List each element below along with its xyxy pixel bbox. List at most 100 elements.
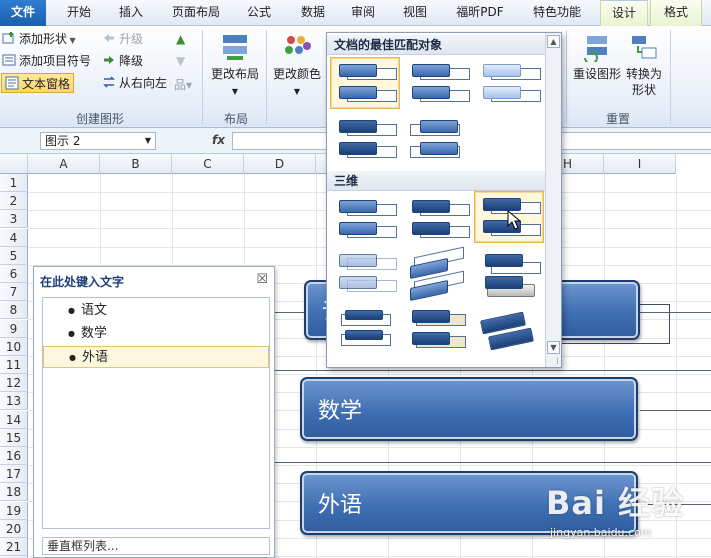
group-separator <box>670 30 671 124</box>
tab-view[interactable]: 视图 <box>392 0 438 26</box>
group-label-reset: 重置 <box>605 112 630 126</box>
move-up-icon[interactable]: ▲ <box>176 32 185 46</box>
style-thumbnail[interactable] <box>474 57 544 109</box>
text-pane-button[interactable]: 文本窗格 <box>1 73 75 93</box>
text-pane-item-selected[interactable]: 外语 <box>43 346 269 369</box>
row-header[interactable]: 9 <box>0 319 28 338</box>
column-header[interactable]: C <box>172 154 244 174</box>
style-thumbnail[interactable] <box>403 193 473 245</box>
add-shape-icon <box>2 31 16 45</box>
close-icon[interactable]: ☒ <box>256 272 268 287</box>
style-thumbnail-hovered[interactable] <box>474 191 544 243</box>
row-header[interactable]: 2 <box>0 192 28 211</box>
scroll-up-icon[interactable]: ▲ <box>547 35 560 48</box>
change-colors-button[interactable]: 更改颜色 ▼ <box>270 32 324 100</box>
row-header[interactable]: 17 <box>0 465 28 484</box>
style-thumbnail[interactable] <box>403 246 473 302</box>
dropdown-arrow-icon: ▼ <box>293 87 301 96</box>
reset-graphic-button[interactable]: 重设图形 <box>570 32 624 82</box>
style-thumbnail[interactable] <box>330 193 400 245</box>
row-header[interactable]: 1 <box>0 174 28 192</box>
smartart-item-3[interactable]: 外语 <box>300 471 638 535</box>
connector-line <box>275 370 711 371</box>
style-thumbnail[interactable] <box>330 57 400 109</box>
tab-file[interactable]: 文件 <box>0 0 46 26</box>
style-thumbnail[interactable] <box>330 113 400 165</box>
row-header[interactable]: 4 <box>0 228 28 247</box>
right-to-left-icon <box>102 75 116 89</box>
row-header[interactable]: 15 <box>0 428 28 447</box>
style-thumbnail[interactable] <box>403 57 473 109</box>
group-label-layouts: 布局 <box>223 112 248 126</box>
style-thumbnail[interactable] <box>474 247 544 299</box>
add-bullet-button[interactable]: 添加项目符号 <box>2 51 91 71</box>
tab-formulas[interactable]: 公式 <box>236 0 282 26</box>
layout-dropdown-icon[interactable]: 品▾ <box>174 76 192 93</box>
tab-design[interactable]: 设计 <box>600 0 648 27</box>
style-thumbnail[interactable] <box>330 247 400 299</box>
text-pane-footer-link[interactable]: 垂直框列表... <box>42 537 270 555</box>
row-header[interactable]: 16 <box>0 447 28 465</box>
gridline <box>676 174 677 558</box>
row-header[interactable]: 18 <box>0 483 28 502</box>
row-header[interactable]: 11 <box>0 356 28 374</box>
right-to-left-button[interactable]: 从右向左 <box>102 73 167 93</box>
connector-line <box>275 462 711 463</box>
dropdown-arrow-icon[interactable]: ▼ <box>145 133 151 149</box>
row-header[interactable]: 12 <box>0 374 28 393</box>
promote-button[interactable]: 升级 <box>102 29 143 49</box>
row-header[interactable]: 10 <box>0 337 28 356</box>
select-all-corner[interactable] <box>0 154 28 174</box>
function-icon[interactable]: fx <box>212 133 225 147</box>
group-separator <box>266 30 267 124</box>
tab-special-features[interactable]: 特色功能 <box>522 0 592 26</box>
smartart-style-gallery: 文档的最佳匹配对象 三维 ▲ ▼ ⁞ <box>326 32 562 368</box>
layout-icon <box>219 32 251 62</box>
scroll-down-icon[interactable]: ▼ <box>547 341 560 354</box>
tab-data[interactable]: 数据 <box>290 0 336 26</box>
row-header[interactable]: 8 <box>0 301 28 320</box>
row-header[interactable]: 14 <box>0 410 28 429</box>
row-header[interactable]: 19 <box>0 501 28 520</box>
demote-button[interactable]: 降级 <box>102 51 143 71</box>
convert-to-shapes-button[interactable]: 转换为 形状 <box>622 32 666 98</box>
group-label-create-graphic: 创建图形 <box>75 112 124 126</box>
row-header[interactable]: 6 <box>0 265 28 283</box>
gallery-scrollbar[interactable]: ▲ ▼ <box>545 33 561 367</box>
resize-grip-icon[interactable]: ⁞ <box>556 357 559 367</box>
tab-page-layout[interactable]: 页面布局 <box>164 0 228 26</box>
style-thumbnail[interactable] <box>403 113 473 165</box>
text-pane-icon <box>5 76 19 90</box>
change-layout-button[interactable]: 更改布局 ▼ <box>208 32 262 100</box>
tab-foxit-pdf[interactable]: 福昕PDF <box>444 0 516 26</box>
smartart-item-2[interactable]: 数学 <box>300 377 638 441</box>
row-header[interactable]: 7 <box>0 283 28 302</box>
row-header[interactable]: 5 <box>0 246 28 265</box>
tab-format[interactable]: 格式 <box>650 0 702 26</box>
style-thumbnail[interactable] <box>330 301 400 353</box>
text-pane-item[interactable]: 数学 <box>43 323 269 345</box>
connector-line <box>640 504 711 505</box>
move-down-icon[interactable]: ▼ <box>176 54 185 68</box>
style-thumbnail[interactable] <box>474 301 544 353</box>
tab-review[interactable]: 审阅 <box>340 0 386 26</box>
mouse-cursor-icon <box>507 210 521 230</box>
text-pane-list[interactable]: 语文 数学 外语 <box>42 297 270 529</box>
row-header[interactable]: 3 <box>0 210 28 229</box>
row-header[interactable]: 21 <box>0 538 28 556</box>
dropdown-arrow-icon: ▼ <box>231 87 239 96</box>
add-shape-button[interactable]: 添加形状 ▼ <box>2 29 76 49</box>
column-header[interactable]: D <box>244 154 316 174</box>
column-header[interactable]: A <box>28 154 100 174</box>
row-header[interactable]: 13 <box>0 392 28 411</box>
tab-insert[interactable]: 插入 <box>108 0 154 26</box>
name-box[interactable]: 图示 2 ▼ <box>40 132 156 150</box>
column-header[interactable]: B <box>100 154 172 174</box>
column-header[interactable]: I <box>604 154 676 174</box>
reset-graphic-icon <box>581 32 613 65</box>
row-header[interactable]: 20 <box>0 519 28 538</box>
tab-home[interactable]: 开始 <box>56 0 102 26</box>
style-thumbnail[interactable] <box>403 301 473 353</box>
text-pane-item[interactable]: 语文 <box>43 300 269 322</box>
text-pane: 在此处键入文字 ☒ 语文 数学 外语 垂直框列表... <box>33 266 275 558</box>
